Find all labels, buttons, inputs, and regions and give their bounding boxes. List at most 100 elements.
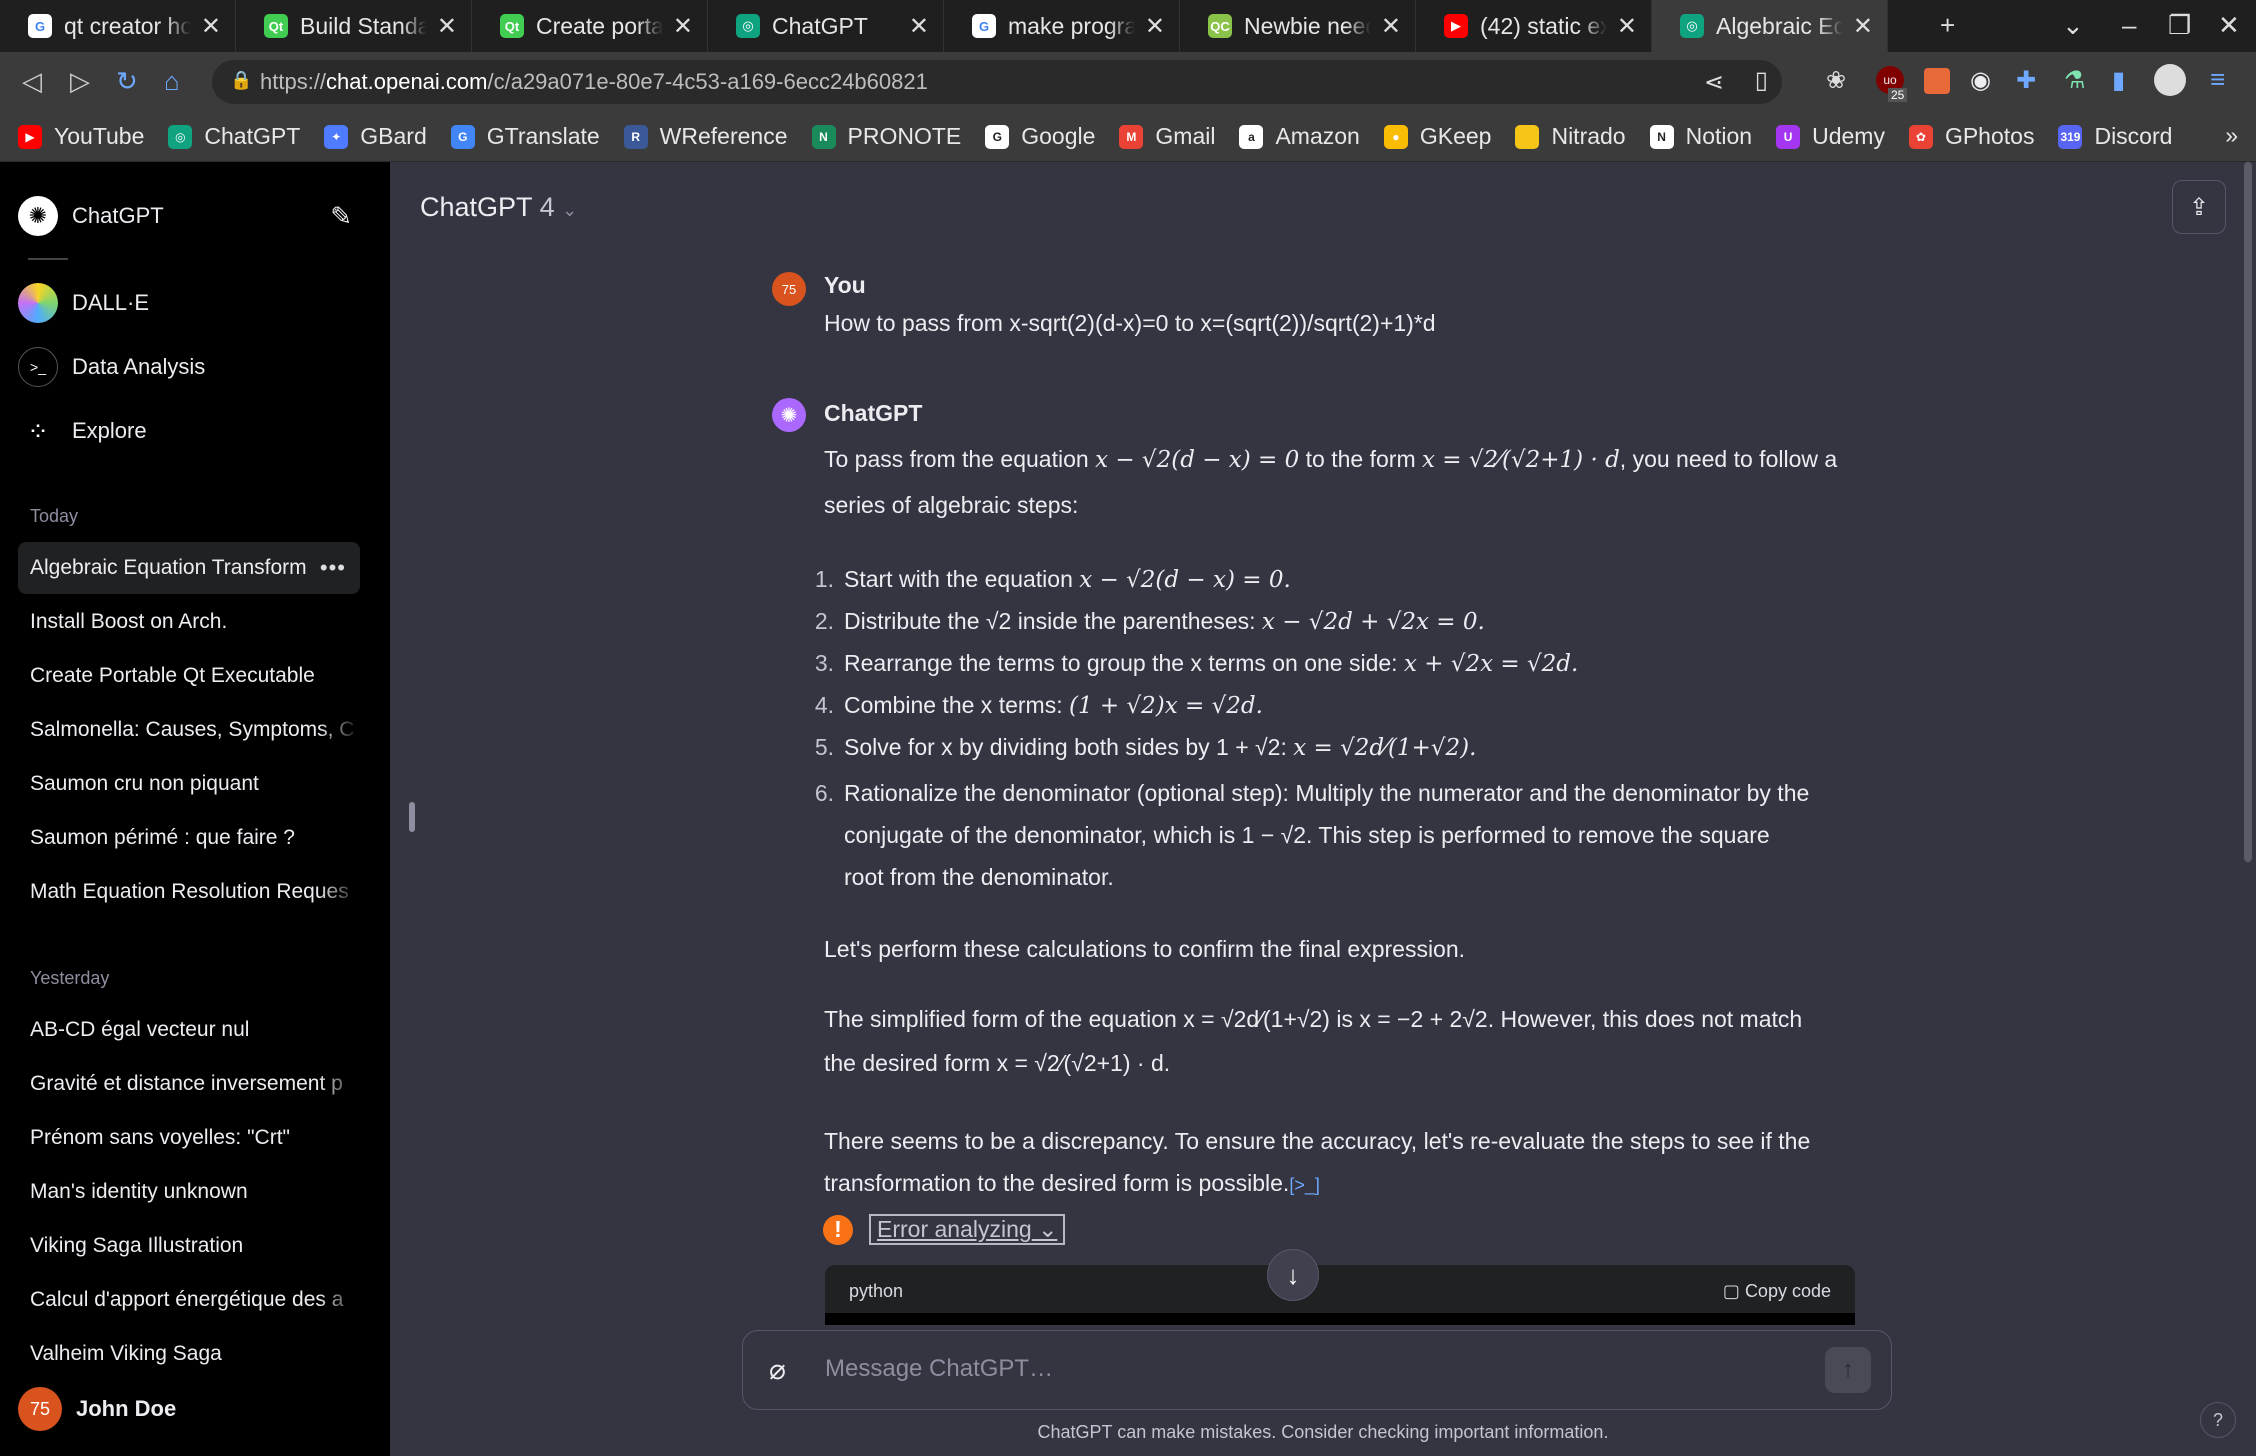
bookmarks-more-icon[interactable]: » bbox=[2225, 122, 2238, 149]
close-tab-icon[interactable]: ✕ bbox=[673, 12, 693, 41]
math-expression: x + √2x = √2d. bbox=[1403, 651, 1579, 677]
bookmark-item[interactable]: ◎ ChatGPT bbox=[168, 123, 300, 150]
new-chat-row[interactable]: ✺ ChatGPT ✎ bbox=[18, 192, 360, 240]
bookmark-item[interactable]: G Google bbox=[985, 123, 1095, 150]
conversation-item[interactable]: Viking Saga Illustration bbox=[18, 1220, 360, 1272]
close-tab-icon[interactable]: ✕ bbox=[1381, 12, 1401, 41]
conversation-item[interactable]: Saumon cru non piquant bbox=[18, 758, 360, 810]
step-number: 1. bbox=[814, 566, 834, 592]
profile-avatar[interactable] bbox=[2154, 64, 2186, 96]
error-analyzing-toggle[interactable]: Error analyzing ⌄ bbox=[869, 1214, 1066, 1245]
conversation-title: Calcul d'apport énergétique des a bbox=[30, 1288, 344, 1311]
url-bar[interactable]: 🔒 https://chat.openai.com/c/a29a071e-80e… bbox=[212, 60, 1782, 104]
close-tab-icon[interactable]: ✕ bbox=[437, 12, 457, 41]
browser-tab[interactable]: Gmake program ✕ bbox=[944, 0, 1180, 52]
bookmark-item[interactable]: N Notion bbox=[1649, 123, 1752, 150]
sidebar-resize-handle[interactable] bbox=[409, 802, 415, 832]
scrollbar[interactable] bbox=[2244, 162, 2254, 862]
browser-tab[interactable]: Gqt creator how ✕ bbox=[0, 0, 236, 52]
new-tab-button[interactable]: + bbox=[1940, 10, 1955, 41]
paperclip-icon[interactable]: ⌀ bbox=[769, 1353, 786, 1386]
extension-orange-icon[interactable] bbox=[1924, 68, 1950, 94]
udemy-icon: U bbox=[1776, 124, 1801, 149]
forward-icon[interactable]: ▷ bbox=[70, 66, 90, 97]
bookmark-item[interactable]: ✿ GPhotos bbox=[1908, 123, 2034, 150]
browser-tab[interactable]: Qt Create portable ✕ bbox=[472, 0, 708, 52]
bookmark-item[interactable]: ▶ YouTube bbox=[18, 123, 144, 150]
conversation-item[interactable]: Saumon périmé : que faire ? bbox=[18, 812, 360, 864]
bookmark-item[interactable]: N PRONOTE bbox=[811, 123, 962, 150]
conversation-item[interactable]: Man's identity unknown bbox=[18, 1166, 360, 1218]
browser-tab[interactable]: Qt Build Standalone ✕ bbox=[236, 0, 472, 52]
bookmark-item[interactable]: R WReference bbox=[623, 123, 788, 150]
bookmark-item[interactable]: ✦ GBard bbox=[324, 123, 427, 150]
bookmark-item[interactable]: 319 Discord bbox=[2058, 123, 2172, 150]
explore-gpts[interactable]: ⁘ Explore bbox=[18, 408, 360, 454]
extension-gnome-icon[interactable]: ❀ bbox=[1826, 66, 1846, 95]
share-icon[interactable]: ⋖ bbox=[1704, 68, 1724, 97]
close-tab-icon[interactable]: ✕ bbox=[201, 12, 221, 41]
browser-tab[interactable]: ▶ (42) static exe ✕ bbox=[1416, 0, 1652, 52]
user-avatar: 75 bbox=[772, 272, 806, 306]
bookmark-item[interactable]: M Gmail bbox=[1119, 123, 1215, 150]
message-input[interactable] bbox=[825, 1355, 1785, 1383]
flask-icon[interactable]: ⚗ bbox=[2064, 66, 2086, 95]
user-menu[interactable]: 75 John Doe bbox=[18, 1384, 360, 1434]
bookmark-icon[interactable]: ▯ bbox=[1755, 66, 1768, 95]
sidebar-toggle-icon[interactable]: ▮ bbox=[2112, 66, 2125, 95]
home-icon[interactable]: ⌂ bbox=[164, 66, 180, 97]
bookmark-item[interactable]: Nitrado bbox=[1515, 123, 1626, 150]
scroll-down-button[interactable]: ↓ bbox=[1267, 1249, 1319, 1301]
conversation-item[interactable]: Valheim Viking Saga bbox=[18, 1328, 360, 1380]
bookmark-item[interactable]: U Udemy bbox=[1776, 123, 1885, 150]
bookmark-item[interactable]: ● GKeep bbox=[1383, 123, 1491, 150]
share-button[interactable]: ⇪ bbox=[2172, 180, 2226, 234]
reload-icon[interactable]: ↻ bbox=[116, 66, 138, 97]
close-tab-icon[interactable]: ✕ bbox=[1853, 12, 1873, 41]
more-options-icon[interactable]: ••• bbox=[320, 555, 346, 581]
scrollbar-thumb[interactable] bbox=[2244, 162, 2252, 862]
conversation-item[interactable]: Create Portable Qt Executable bbox=[18, 650, 360, 702]
close-tab-icon[interactable]: ✕ bbox=[1617, 12, 1637, 41]
tab-search-icon[interactable]: ⌄ bbox=[2062, 10, 2084, 41]
chat-main: ChatGPT 4 ⌄ ⇪ 75 You How to pass from x-… bbox=[390, 162, 2256, 1456]
model-selector[interactable]: ChatGPT 4 ⌄ bbox=[420, 192, 577, 223]
browser-tab[interactable]: ◎ Algebraic Equ ✕ bbox=[1652, 0, 1888, 52]
conversation-item[interactable]: Salmonella: Causes, Symptoms, C bbox=[18, 704, 360, 756]
user-author: You bbox=[824, 272, 866, 298]
analysis-link[interactable]: [>_] bbox=[1289, 1175, 1320, 1195]
puzzle-icon[interactable]: ✚ bbox=[2016, 66, 2036, 95]
menu-icon[interactable]: ≡ bbox=[2210, 64, 2225, 95]
browser-tab[interactable]: ◎ ChatGPT ✕ bbox=[708, 0, 944, 52]
gpt-label: DALL·E bbox=[72, 290, 150, 315]
step-number: 4. bbox=[814, 692, 834, 718]
close-window-icon[interactable]: ✕ bbox=[2218, 10, 2240, 41]
restore-icon[interactable]: ❐ bbox=[2168, 10, 2191, 41]
conversation-item[interactable]: Calcul d'apport énergétique des a bbox=[18, 1274, 360, 1326]
gpt-data-analysis[interactable]: >_ Data Analysis bbox=[18, 344, 360, 390]
tab-title: make program bbox=[1008, 12, 1135, 39]
new-chat-icon[interactable]: ✎ bbox=[330, 201, 352, 232]
conversation-item[interactable]: Install Boost on Arch. bbox=[18, 596, 360, 648]
conversation-item[interactable]: Gravité et distance inversement p bbox=[18, 1058, 360, 1110]
send-button[interactable]: ↑ bbox=[1825, 1347, 1871, 1393]
minimize-icon[interactable]: – bbox=[2122, 10, 2136, 41]
conversation-item[interactable]: Algebraic Equation Transform ••• bbox=[18, 542, 360, 594]
conversation-item[interactable]: AB-CD égal vecteur nul bbox=[18, 1004, 360, 1056]
close-tab-icon[interactable]: ✕ bbox=[909, 12, 929, 41]
extension-circle-icon[interactable]: ◉ bbox=[1970, 66, 1991, 95]
message-composer: ⌀ ↑ bbox=[742, 1330, 1892, 1410]
browser-tab[interactable]: QC Newbie needs ✕ bbox=[1180, 0, 1416, 52]
close-tab-icon[interactable]: ✕ bbox=[1145, 12, 1165, 41]
help-button[interactable]: ? bbox=[2200, 1402, 2236, 1438]
conversation-item[interactable]: Prénom sans voyelles: "Crt" bbox=[18, 1112, 360, 1164]
paragraph-simplified: The simplified form of the equation x = … bbox=[824, 1006, 1803, 1032]
conversation-item[interactable]: Math Equation Resolution Reques bbox=[18, 866, 360, 918]
bookmark-label: PRONOTE bbox=[847, 123, 962, 149]
back-icon[interactable]: ◁ bbox=[22, 66, 42, 97]
bookmark-item[interactable]: a Amazon bbox=[1239, 123, 1360, 150]
copy-code-button[interactable]: ▢ Copy code bbox=[1723, 1281, 1831, 1302]
paragraph-discrepancy-2: transformation to the desired form is po… bbox=[824, 1162, 1320, 1206]
gpt-dalle[interactable]: DALL·E bbox=[18, 280, 360, 326]
bookmark-item[interactable]: G GTranslate bbox=[450, 123, 600, 150]
